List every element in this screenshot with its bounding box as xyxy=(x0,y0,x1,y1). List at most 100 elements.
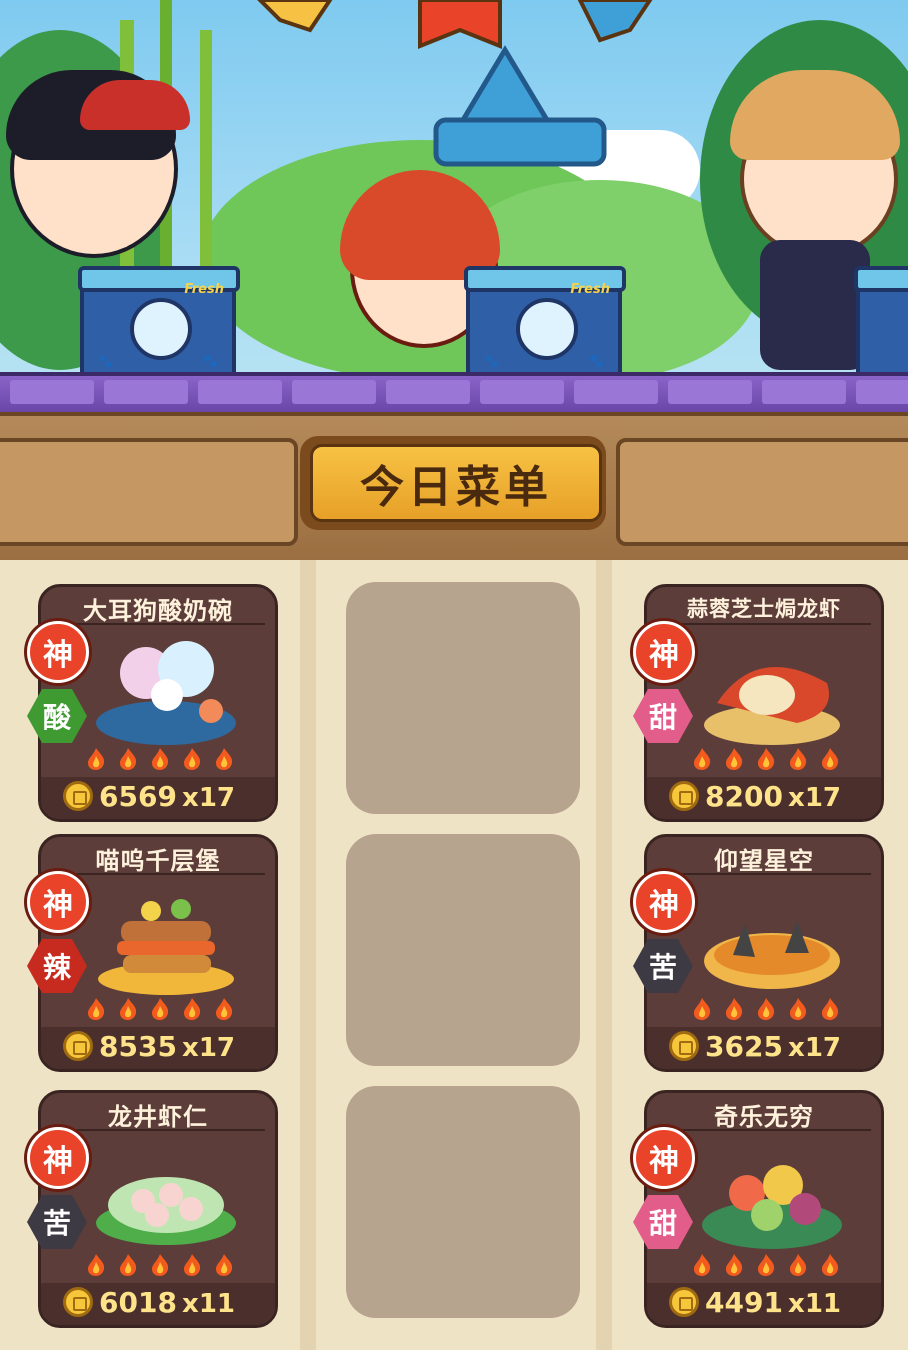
flame-icon xyxy=(88,998,105,1020)
coin-icon xyxy=(669,1031,699,1061)
flame-icon xyxy=(758,1254,775,1276)
dish-quantity: x17 xyxy=(788,1033,841,1063)
dish-image xyxy=(96,1177,236,1245)
title-separator xyxy=(657,873,871,875)
flame-icon xyxy=(790,998,807,1020)
dish-name: 大耳狗酸奶碗 xyxy=(83,597,233,625)
column-divider xyxy=(596,560,612,1350)
coin-icon xyxy=(63,1287,93,1317)
dish-image xyxy=(702,1165,842,1249)
flame-icon xyxy=(726,748,743,770)
heat-flames xyxy=(691,1253,841,1279)
dish-image xyxy=(704,921,840,989)
flame-icon xyxy=(694,1254,711,1276)
heat-flames xyxy=(85,1253,235,1279)
dish-card[interactable]: 龙井虾仁神苦 6018 x11 xyxy=(27,1090,278,1328)
boy-cap xyxy=(80,80,190,130)
counter-top xyxy=(0,372,908,416)
coin-icon xyxy=(669,1287,699,1317)
heat-flames xyxy=(85,747,235,773)
rank-badge: 神 xyxy=(633,621,695,683)
dish-quantity: x17 xyxy=(788,783,841,813)
fresh-box xyxy=(854,266,908,380)
flame-icon xyxy=(822,998,839,1020)
rank-badge: 神 xyxy=(27,621,89,683)
dish-quantity: x11 xyxy=(182,1289,235,1319)
flame-icon xyxy=(184,998,201,1020)
coin-icon xyxy=(63,781,93,811)
rank-badge: 神 xyxy=(27,1127,89,1189)
dish-name: 蒜蓉芝士焗龙虾 xyxy=(687,597,841,621)
dish-image xyxy=(98,899,234,995)
coin-icon xyxy=(63,1031,93,1061)
flame-icon xyxy=(822,748,839,770)
dish-quantity: x17 xyxy=(182,1033,235,1063)
flame-icon xyxy=(120,748,137,770)
rank-badge: 神 xyxy=(633,1127,695,1189)
heat-flames xyxy=(691,747,841,773)
flame-icon xyxy=(758,998,775,1020)
coin-icon xyxy=(669,781,699,811)
flame-icon xyxy=(152,1254,169,1276)
flame-icon xyxy=(216,998,233,1020)
dish-quantity: x17 xyxy=(182,783,235,813)
wood-plank xyxy=(616,438,908,546)
menu-title: 今日菜单 xyxy=(310,444,602,522)
dish-card[interactable]: 大耳狗酸奶碗神酸 6569 x17 xyxy=(27,584,278,822)
dish-card[interactable]: 蒜蓉芝士焗龙虾神甜 8200 x17 xyxy=(633,584,884,822)
empty-dish-slot[interactable] xyxy=(346,1086,580,1318)
man-body xyxy=(760,240,870,370)
heat-flames xyxy=(691,997,841,1023)
dish-card[interactable]: 喵呜千层堡神辣 8535 x17 xyxy=(27,834,278,1072)
dish-name: 仰望星空 xyxy=(714,847,814,875)
fresh-label: Fresh xyxy=(570,282,610,297)
flame-icon xyxy=(726,1254,743,1276)
kitchen-scene: Fresh 🐾 🐾 Fresh 🐾 🐾 今日菜单 xyxy=(0,0,908,560)
rank-badge: 神 xyxy=(633,871,695,933)
bunting-flags xyxy=(257,0,653,49)
dish-name: 喵呜千层堡 xyxy=(95,847,221,875)
cat-face-icon xyxy=(516,298,578,360)
title-separator xyxy=(657,623,871,625)
title-separator xyxy=(51,623,265,625)
fresh-label: Fresh xyxy=(184,282,224,297)
flame-icon xyxy=(726,998,743,1020)
flame-icon xyxy=(152,998,169,1020)
dish-price: 8200 xyxy=(705,780,783,813)
flame-icon xyxy=(758,748,775,770)
empty-dish-slot[interactable] xyxy=(346,582,580,814)
flame-icon xyxy=(88,1254,105,1276)
menu-title-plate: 今日菜单 xyxy=(300,436,606,530)
flame-icon xyxy=(88,748,105,770)
dish-image xyxy=(96,641,236,745)
flame-icon xyxy=(184,1254,201,1276)
title-separator xyxy=(51,1129,265,1131)
dish-price: 6569 xyxy=(99,780,177,813)
dish-price: 4491 xyxy=(705,1286,783,1319)
flame-icon xyxy=(152,748,169,770)
title-separator xyxy=(657,1129,871,1131)
flame-icon xyxy=(790,748,807,770)
dish-price: 3625 xyxy=(705,1030,783,1063)
dish-price: 8535 xyxy=(99,1030,177,1063)
dish-image xyxy=(704,667,840,745)
empty-dish-slot[interactable] xyxy=(346,834,580,1066)
dish-card[interactable]: 仰望星空神苦 3625 x17 xyxy=(633,834,884,1072)
wood-plank xyxy=(0,438,298,546)
fresh-box: Fresh 🐾 🐾 xyxy=(78,266,240,380)
dish-quantity: x11 xyxy=(788,1289,841,1319)
heat-flames xyxy=(85,997,235,1023)
flame-icon xyxy=(120,1254,137,1276)
dish-name: 奇乐无穷 xyxy=(714,1103,814,1131)
column-divider xyxy=(300,560,316,1350)
dish-name: 龙井虾仁 xyxy=(108,1103,208,1131)
flame-icon xyxy=(822,1254,839,1276)
flame-icon xyxy=(694,998,711,1020)
cat-face-icon xyxy=(130,298,192,360)
flame-icon xyxy=(184,748,201,770)
fresh-box: Fresh 🐾 🐾 xyxy=(464,266,626,380)
flame-icon xyxy=(216,748,233,770)
dish-card[interactable]: 奇乐无穷神甜 4491 x11 xyxy=(633,1090,884,1328)
flame-icon xyxy=(120,998,137,1020)
title-separator xyxy=(51,873,265,875)
